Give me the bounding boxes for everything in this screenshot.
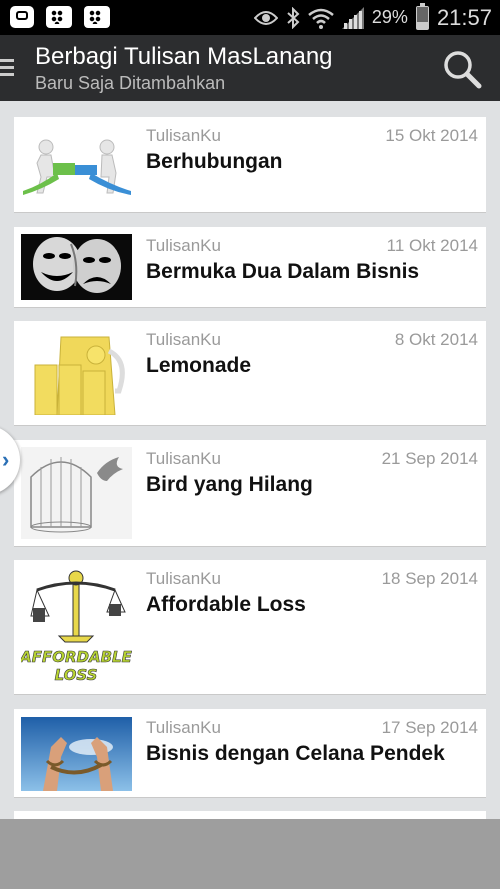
article-thumbnail bbox=[21, 447, 132, 539]
article-title: Bermuka Dua Dalam Bisnis bbox=[146, 260, 420, 283]
app-icon bbox=[10, 6, 34, 28]
wifi-icon bbox=[308, 8, 334, 29]
article-thumbnail bbox=[21, 331, 132, 415]
article-title: Affordable Loss bbox=[146, 593, 306, 616]
article-card[interactable]: AFFORDABLE LOSS TulisanKu 18 Sep 2014 Af… bbox=[14, 560, 486, 695]
article-category: TulisanKu bbox=[146, 569, 221, 588]
article-category: TulisanKu bbox=[146, 236, 221, 255]
article-thumbnail bbox=[21, 717, 132, 791]
article-category: TulisanKu bbox=[146, 330, 221, 349]
article-title: Bisnis dengan Celana Pendek bbox=[146, 742, 445, 765]
eye-icon bbox=[253, 10, 278, 25]
article-card[interactable]: TulisanKu 17 Sep 2014 Bisnis dengan Cela… bbox=[14, 709, 486, 798]
article-card[interactable]: TulisanKu 11 Okt 2014 Bermuka Dua Dalam … bbox=[14, 227, 486, 308]
article-card[interactable]: TulisanKu 21 Sep 2014 Bird yang Hilang bbox=[14, 440, 486, 547]
article-category: TulisanKu bbox=[146, 126, 221, 145]
article-list: TulisanKu 15 Okt 2014 Berhubungan Tulisa… bbox=[0, 101, 500, 819]
article-card[interactable] bbox=[14, 811, 486, 819]
article-thumbnail bbox=[21, 133, 132, 199]
app-title: Berbagi Tulisan MasLanang bbox=[35, 43, 333, 70]
article-date: 15 Okt 2014 bbox=[385, 126, 478, 145]
chevron-right-icon: › bbox=[2, 447, 10, 472]
signal-icon bbox=[341, 6, 364, 29]
article-title: Bird yang Hilang bbox=[146, 473, 313, 496]
article-thumbnail: AFFORDABLE LOSS bbox=[21, 568, 132, 688]
article-category: TulisanKu bbox=[146, 718, 221, 737]
article-card[interactable]: TulisanKu 8 Okt 2014 Lemonade bbox=[14, 321, 486, 426]
article-date: 11 Okt 2014 bbox=[386, 236, 478, 255]
article-date: 18 Sep 2014 bbox=[381, 569, 478, 588]
battery-icon bbox=[415, 2, 429, 30]
article-category: TulisanKu bbox=[146, 449, 221, 468]
article-title: Berhubungan bbox=[146, 150, 283, 173]
clock: 21:57 bbox=[436, 4, 492, 30]
bottom-overlay bbox=[0, 819, 500, 889]
article-date: 8 Okt 2014 bbox=[394, 330, 478, 349]
app-subtitle: Baru Saja Ditambahkan bbox=[35, 73, 226, 93]
bluetooth-icon bbox=[287, 6, 300, 29]
article-card[interactable]: TulisanKu 15 Okt 2014 Berhubungan bbox=[14, 117, 486, 213]
battery-percent: 29% bbox=[371, 7, 408, 27]
article-date: 21 Sep 2014 bbox=[381, 449, 478, 468]
bbm-icon bbox=[84, 6, 110, 28]
thumb-text-affordable: AFFORDABLE bbox=[21, 648, 132, 666]
menu-icon[interactable] bbox=[0, 59, 14, 77]
article-date: 17 Sep 2014 bbox=[381, 718, 478, 737]
action-bar: Berbagi Tulisan MasLanang Baru Saja Dita… bbox=[0, 35, 500, 103]
status-bar: 29% 21:57 bbox=[0, 0, 500, 35]
article-title: Lemonade bbox=[146, 354, 252, 377]
thumb-text-loss: LOSS bbox=[55, 666, 98, 684]
bbm-icon bbox=[46, 6, 72, 28]
article-thumbnail bbox=[21, 234, 132, 300]
search-icon[interactable] bbox=[442, 49, 482, 89]
